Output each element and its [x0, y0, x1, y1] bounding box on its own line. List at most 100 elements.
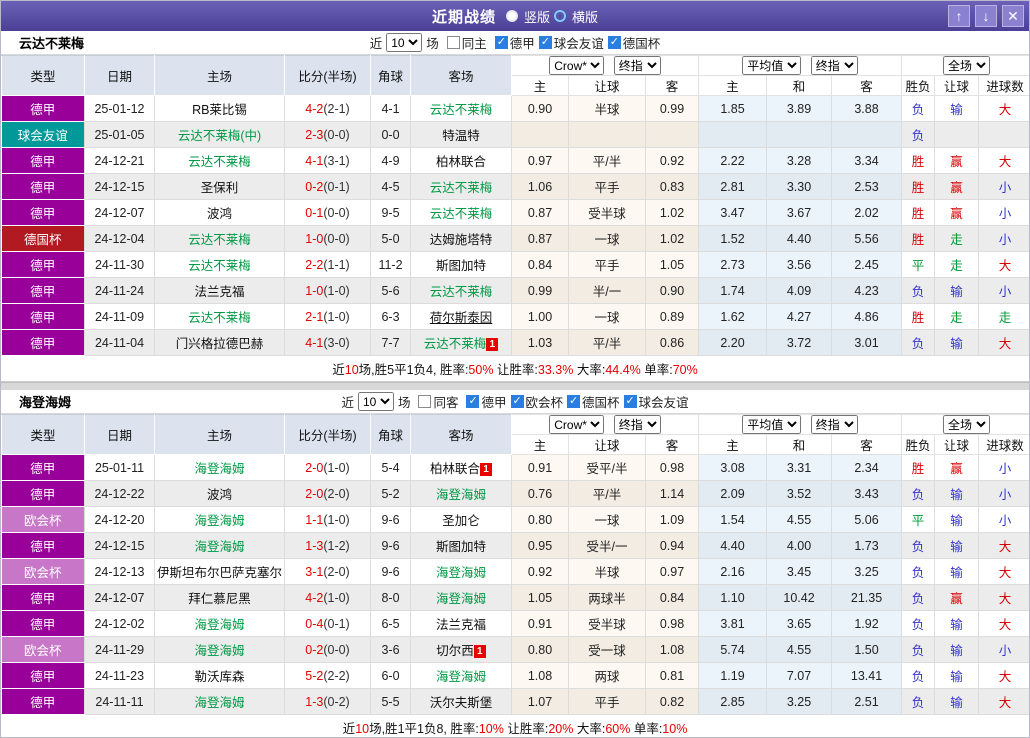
date-cell: 24-12-15: [84, 532, 155, 559]
summary-text: 近10场,胜5平1负4, 胜率:50% 让胜率:33.3% 大率:44.4% 单…: [332, 359, 698, 378]
col-home: 主场: [154, 414, 285, 455]
avg-away-odds: 3.34: [831, 147, 903, 174]
avg-away-odds: 3.25: [831, 558, 903, 585]
handicap-home-odds: 1.00: [511, 303, 569, 330]
same-venue-checkbox[interactable]: [418, 395, 432, 408]
league-checkbox[interactable]: [607, 35, 621, 49]
col-type: 类型: [1, 55, 85, 96]
halftime-score: (2-2): [323, 668, 350, 683]
company-select[interactable]: Crow*: [549, 415, 605, 434]
vertical-radio-label[interactable]: 竖版: [524, 7, 550, 26]
col-corner: 角球: [370, 414, 411, 455]
col-avg-home: 主: [698, 75, 768, 96]
halftime-score: (1-0): [323, 309, 350, 324]
home-cell: 云达不莱梅: [154, 251, 285, 278]
final-odds-select-2[interactable]: 终指: [810, 56, 858, 75]
away-team-name: 柏林联合: [429, 462, 480, 476]
league-filter[interactable]: 球会友谊: [623, 392, 689, 411]
date-cell: 24-12-22: [84, 480, 155, 507]
avg-draw-odds: 3.25: [766, 688, 833, 715]
recent-count-select[interactable]: 10: [386, 33, 423, 52]
table-row: 欧会杯 24-12-20 海登海姆 1-1(1-0) 9-6 圣加仑 0.80 一球 1.09 1…: [1, 506, 1029, 533]
away-cell: 海登海姆: [410, 584, 512, 611]
result-handicap: 走: [934, 225, 980, 252]
league-filter[interactable]: 欧会杯: [510, 392, 563, 411]
type-cell: 欧会杯: [1, 506, 85, 533]
corner-cell: 4-1: [370, 95, 411, 122]
fulltime-select[interactable]: 全场: [943, 415, 991, 434]
col-result-hc: 让球: [934, 75, 980, 96]
final-odds-select-1[interactable]: 终指: [613, 56, 661, 75]
home-cell: RB莱比锡: [154, 95, 285, 122]
away-team-name: 云达不莱梅: [423, 337, 487, 351]
league-filter[interactable]: 球会友谊: [538, 33, 604, 52]
league-checkbox[interactable]: [466, 394, 480, 408]
away-team-name: 云达不莱梅: [429, 207, 493, 221]
halftime-score: (1-1): [323, 257, 350, 272]
corner-cell: 9-5: [370, 199, 411, 226]
close-button[interactable]: ✕: [1002, 5, 1024, 27]
result-wdl: 负: [901, 662, 936, 689]
home-cell: 海登海姆: [154, 532, 285, 559]
league-checkbox[interactable]: [510, 394, 524, 408]
league-checkbox[interactable]: [494, 35, 508, 49]
scroll-up-button[interactable]: ↑: [948, 5, 970, 27]
vertical-radio[interactable]: [505, 10, 518, 22]
result-wdl: 负: [901, 480, 936, 507]
league-filter[interactable]: 德甲: [494, 33, 535, 52]
result-goals: 大: [978, 95, 1029, 122]
average-select[interactable]: 平均值: [742, 56, 802, 75]
team-panel: 云达不莱梅 近 10 场 同主 德甲球会友谊德国杯 类型 日期 主场: [1, 31, 1029, 382]
summary-segment: 33.3%: [537, 363, 574, 377]
away-team-name[interactable]: 荷尔斯泰因: [430, 311, 493, 325]
table-row: 德甲 24-12-15 圣保利 0-2(0-1) 4-5 云达不莱梅 1.06 平手 0.83 2…: [1, 173, 1029, 200]
result-handicap: 输: [934, 688, 980, 715]
final-odds-select-2[interactable]: 终指: [810, 415, 858, 434]
home-cell: 海登海姆: [154, 454, 285, 481]
away-cell: 斯图加特: [410, 251, 512, 278]
same-venue-filter[interactable]: 同主: [446, 33, 487, 52]
summary-segment: 44.4%: [605, 363, 641, 377]
date-cell: 25-01-05: [84, 121, 155, 148]
corner-cell: 0-0: [370, 121, 411, 148]
same-venue-filter[interactable]: 同客: [418, 392, 458, 411]
league-checkbox[interactable]: [567, 394, 581, 408]
date-cell: 24-12-07: [84, 584, 155, 611]
date-cell: 24-12-04: [84, 225, 155, 252]
handicap-home-odds: 0.95: [511, 532, 569, 559]
away-cell: 柏林联合 1: [410, 454, 512, 481]
score-cell: 4-2(1-0): [284, 584, 371, 611]
fulltime-score: 4-2: [305, 590, 324, 605]
results-tbody: 德甲 25-01-11 海登海姆 2-0(1-0) 5-4 柏林联合 1 0.91 受平/半 0.…: [1, 454, 1029, 715]
score-cell: 2-0(2-0): [284, 480, 371, 507]
scroll-down-button[interactable]: ↓: [975, 5, 997, 27]
horizontal-radio-label[interactable]: 横版: [572, 7, 598, 26]
result-goals: 小: [978, 636, 1029, 663]
avg-draw-odds: 7.07: [766, 662, 833, 689]
home-team-name: 勒沃库森: [194, 670, 245, 684]
league-checkbox[interactable]: [623, 394, 637, 408]
recent-count-select[interactable]: 10: [357, 392, 394, 411]
average-select[interactable]: 平均值: [742, 415, 802, 434]
company-select[interactable]: Crow*: [549, 56, 605, 75]
league-filter[interactable]: 德甲: [466, 392, 507, 411]
same-venue-checkbox[interactable]: [446, 36, 460, 49]
handicap-away-odds: 1.08: [645, 636, 700, 663]
odds-select-row: 类型 日期 主场 比分(半场) 角球 客场 Crow* 终指 平均值 终指 全场: [1, 55, 1029, 96]
league-filter[interactable]: 德国杯: [567, 392, 620, 411]
league-checkbox[interactable]: [538, 35, 552, 49]
home-cell: 云达不莱梅: [154, 147, 285, 174]
summary-row: 近10场,胜1平1负8, 胜率:10% 让胜率:20% 大率:60% 单率:10…: [1, 715, 1029, 737]
result-goals: 小: [978, 454, 1029, 481]
result-goals: 大: [978, 610, 1029, 637]
league-filter[interactable]: 德国杯: [607, 33, 660, 52]
fulltime-select[interactable]: 全场: [943, 56, 991, 75]
final-odds-select-1[interactable]: 终指: [613, 415, 661, 434]
avg-home-odds: 4.40: [698, 532, 768, 559]
away-team-name: 云达不莱梅: [429, 103, 493, 117]
home-cell: 伊斯坦布尔巴萨克塞尔: [154, 558, 285, 585]
horizontal-radio[interactable]: [554, 10, 566, 22]
score-cell: 1-0(0-0): [284, 225, 371, 252]
league-filter-label: 球会友谊: [553, 37, 604, 51]
col-hc-away: 客: [644, 434, 700, 455]
